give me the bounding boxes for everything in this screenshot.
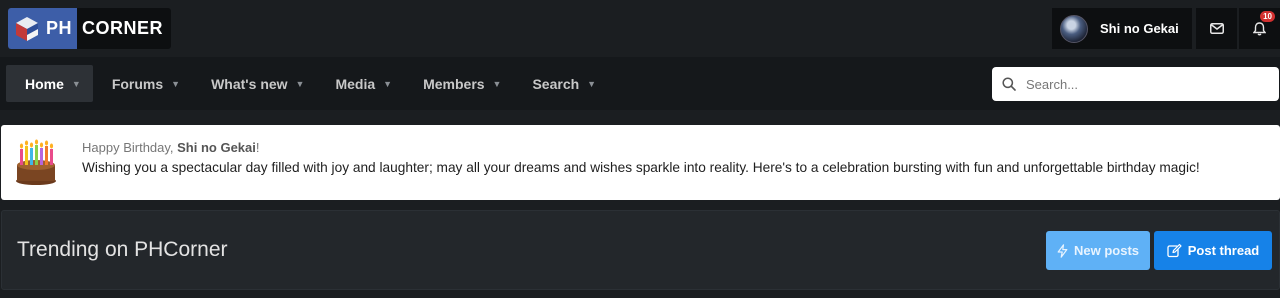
birthday-greeting: Happy Birthday, Shi no Gekai! (82, 140, 260, 155)
greeting-prefix: Happy Birthday, (82, 140, 178, 155)
chevron-down-icon[interactable]: ▼ (383, 79, 392, 89)
envelope-icon (1209, 23, 1224, 34)
tab-search[interactable]: Search ▼ (513, 65, 608, 102)
site-header: PH CORNER Shi no Gekai 10 (0, 0, 1280, 57)
lightning-icon (1057, 243, 1068, 258)
greeting-suffix: ! (255, 140, 260, 155)
logo-text-ph: PH (46, 8, 78, 49)
logo-text-corner: CORNER (82, 18, 164, 38)
user-bar: Shi no Gekai 10 (1052, 8, 1280, 49)
tab-members[interactable]: Members ▼ (404, 65, 513, 102)
cube-logo-icon (8, 8, 46, 49)
avatar (1060, 14, 1088, 43)
chevron-down-icon[interactable]: ▼ (296, 79, 305, 89)
birthday-username: Shi no Gekai (177, 140, 256, 155)
tab-media[interactable]: Media ▼ (316, 65, 404, 102)
inbox-button[interactable] (1196, 8, 1237, 49)
tab-whats-new[interactable]: What's new ▼ (192, 65, 316, 102)
birthday-cake-icon (16, 139, 56, 185)
birthday-notice: Happy Birthday, Shi no Gekai! Wishing yo… (1, 125, 1280, 200)
username: Shi no Gekai (1100, 21, 1179, 36)
bell-icon (1253, 21, 1266, 35)
site-logo[interactable]: PH CORNER (8, 8, 171, 49)
alerts-count-badge: 10 (1260, 11, 1275, 22)
new-posts-button[interactable]: New posts (1046, 231, 1150, 270)
tab-label: Home (25, 75, 64, 92)
chevron-down-icon[interactable]: ▼ (72, 79, 81, 89)
post-thread-button[interactable]: Post thread (1154, 231, 1272, 270)
chevron-down-icon[interactable]: ▼ (587, 79, 596, 89)
post-thread-label: Post thread (1187, 243, 1260, 258)
tab-label: What's new (211, 75, 288, 92)
chevron-down-icon[interactable]: ▼ (493, 79, 502, 89)
page-title: Trending on PHCorner (17, 238, 228, 261)
tab-label: Forums (111, 75, 164, 92)
search-input[interactable] (1026, 76, 1266, 92)
birthday-message: Wishing you a spectacular day filled wit… (82, 160, 1200, 175)
tab-label: Search (532, 75, 580, 92)
search-box[interactable] (992, 67, 1279, 101)
chevron-down-icon[interactable]: ▼ (171, 79, 180, 89)
search-icon (1002, 77, 1016, 91)
main-nav: Home ▼ Forums ▼ What's new ▼ Media ▼ Members… (0, 57, 1280, 110)
account-button[interactable]: Shi no Gekai (1052, 8, 1192, 49)
nav-tabs: Home ▼ Forums ▼ What's new ▼ Media ▼ Members… (6, 65, 608, 102)
edit-icon (1167, 243, 1182, 258)
new-posts-label: New posts (1073, 243, 1139, 258)
tab-forums[interactable]: Forums ▼ (93, 65, 192, 102)
tab-label: Media (335, 75, 376, 92)
trending-block: Trending on PHCorner New posts Post thre… (1, 210, 1280, 290)
alerts-button[interactable]: 10 (1239, 8, 1280, 49)
tab-home[interactable]: Home ▼ (6, 65, 93, 102)
tab-label: Members (423, 75, 485, 92)
